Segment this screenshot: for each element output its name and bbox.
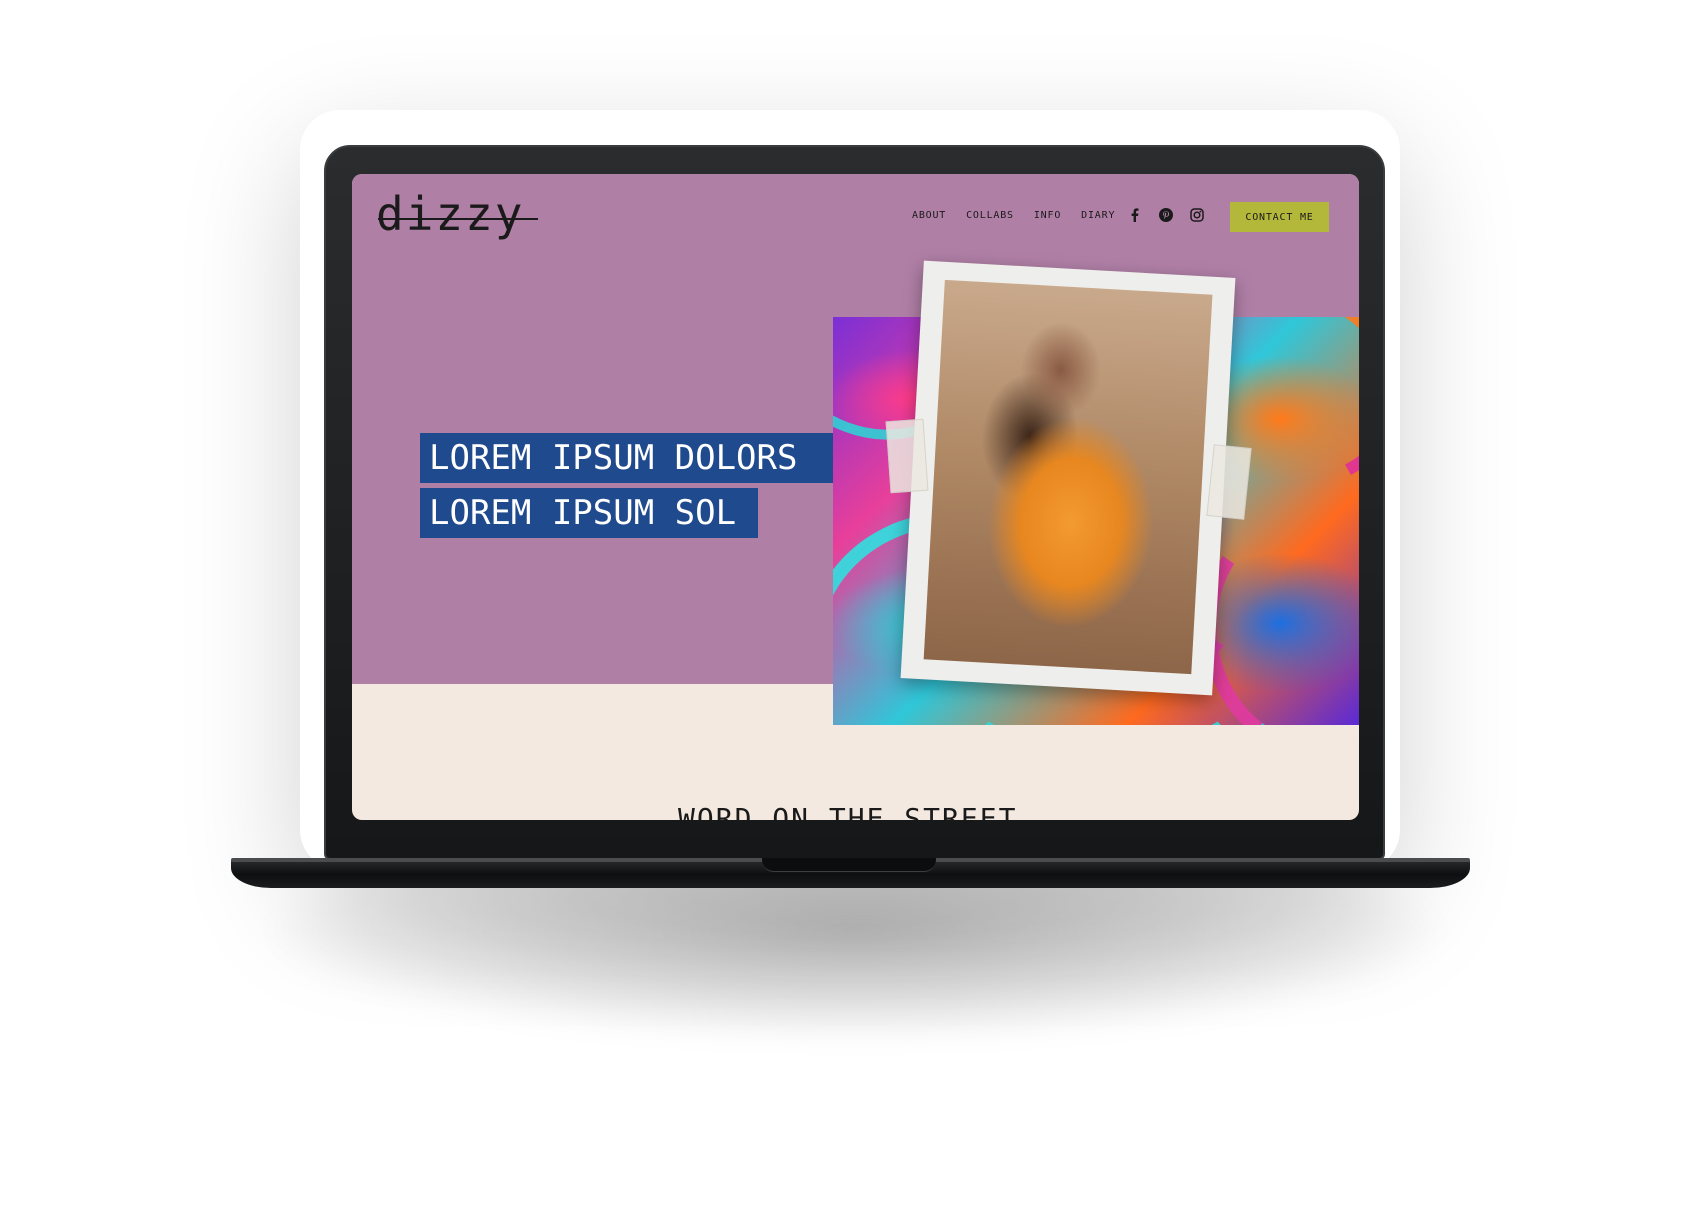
- nav-collabs[interactable]: COLLABS: [966, 210, 1014, 221]
- laptop-screen: dizzy ABOUT COLLABS INFO DIARY CONTACT M…: [352, 174, 1359, 820]
- pinterest-icon[interactable]: [1157, 206, 1174, 223]
- main-nav: ABOUT COLLABS INFO DIARY: [912, 210, 1115, 221]
- polaroid-photo-frame: [900, 260, 1236, 696]
- tape-left: [885, 418, 929, 494]
- logo-strikethrough: [378, 218, 538, 220]
- hero-photo: [923, 279, 1213, 675]
- site-logo[interactable]: dizzy: [376, 186, 524, 242]
- tape-right: [1206, 444, 1252, 520]
- hero-headline-line-1: LOREM IPSUM DOLORS: [420, 433, 844, 483]
- facebook-icon[interactable]: [1126, 206, 1143, 223]
- contact-button[interactable]: CONTACT ME: [1230, 202, 1329, 232]
- instagram-icon[interactable]: [1188, 206, 1205, 223]
- nav-info[interactable]: INFO: [1034, 210, 1061, 221]
- mockup-stage: dizzy ABOUT COLLABS INFO DIARY CONTACT M…: [0, 0, 1704, 1211]
- nav-about[interactable]: ABOUT: [912, 210, 946, 221]
- social-links: [1126, 206, 1205, 223]
- hero-headline-line-2: LOREM IPSUM SOL: [420, 488, 758, 538]
- nav-diary[interactable]: DIARY: [1081, 210, 1115, 221]
- laptop-notch: [762, 858, 936, 872]
- section-title: WORD ON THE STREET: [678, 802, 1018, 820]
